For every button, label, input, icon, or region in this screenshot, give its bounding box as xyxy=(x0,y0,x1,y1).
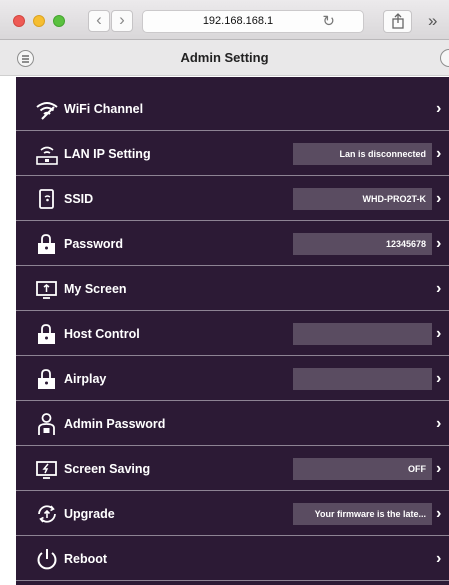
chevron-right-icon: › xyxy=(436,370,442,387)
setting-value: Lan is disconnected xyxy=(293,143,432,165)
setting-value: OFF xyxy=(293,458,432,480)
lock-icon xyxy=(38,234,55,254)
settings-panel: WiFi Channel › LAN IP Setting Lan is dis… xyxy=(16,77,449,585)
forward-button[interactable]: › xyxy=(111,10,133,32)
setting-label: SSID xyxy=(64,192,94,206)
setting-value: WHD-PRO2T-K xyxy=(293,188,432,210)
more-toolbar-icon[interactable]: » xyxy=(428,10,437,32)
url-text: 192.168.168.1 xyxy=(202,15,274,27)
page-title: Admin Setting xyxy=(180,50,269,65)
share-icon xyxy=(391,13,404,29)
close-window-button[interactable] xyxy=(13,15,25,27)
chevron-right-icon: › xyxy=(436,190,442,207)
setting-row-my-screen[interactable]: My Screen › xyxy=(16,267,449,311)
upgrade-icon xyxy=(38,505,56,523)
app-header: Admin Setting xyxy=(0,40,449,76)
setting-label: Admin Password xyxy=(64,417,166,431)
setting-row-admin-password[interactable]: Admin Password › xyxy=(16,402,449,446)
screen-saver-icon xyxy=(36,461,57,479)
chevron-right-icon: › xyxy=(436,280,442,297)
setting-value: Your firmware is the late... xyxy=(293,503,432,525)
chevron-right-icon: › xyxy=(436,325,442,342)
lan-icon xyxy=(36,146,58,165)
back-button[interactable]: ‹ xyxy=(88,10,110,32)
setting-row-password[interactable]: Password 12345678 › xyxy=(16,222,449,266)
setting-row-ssid[interactable]: SSID WHD-PRO2T-K › xyxy=(16,177,449,221)
setting-value: 12345678 xyxy=(293,233,432,255)
minimize-window-button[interactable] xyxy=(33,15,45,27)
lock-icon xyxy=(38,369,55,389)
setting-label: Screen Saving xyxy=(64,462,151,476)
setting-label: Upgrade xyxy=(64,507,115,521)
setting-row-reboot[interactable]: Reboot › xyxy=(16,537,449,581)
chevron-right-icon: › xyxy=(436,415,442,432)
setting-row-wifi-channel[interactable]: WiFi Channel › xyxy=(16,87,449,131)
chevron-right-icon: › xyxy=(436,145,442,162)
setting-label: Reboot xyxy=(64,552,108,566)
chevron-right-icon: › xyxy=(436,100,442,117)
screen-icon xyxy=(36,281,57,299)
setting-row-upgrade[interactable]: Upgrade Your firmware is the late... › xyxy=(16,492,449,536)
chevron-right-icon: › xyxy=(436,235,442,252)
setting-label: Host Control xyxy=(64,327,140,341)
share-button[interactable] xyxy=(383,10,412,33)
setting-row-lan-ip[interactable]: LAN IP Setting Lan is disconnected › xyxy=(16,132,449,176)
device-icon xyxy=(39,189,54,209)
chevron-right-icon: › xyxy=(436,550,442,567)
lock-icon xyxy=(38,324,55,344)
address-bar[interactable]: 192.168.168.1 ↻ xyxy=(142,10,364,33)
browser-toolbar: ‹ › 192.168.168.1 ↻ » xyxy=(0,0,449,40)
chevron-right-icon: › xyxy=(436,505,442,522)
reload-icon[interactable]: ↻ xyxy=(322,11,335,32)
setting-label: Password xyxy=(64,237,124,251)
setting-label: My Screen xyxy=(64,282,127,296)
chevron-right-icon: › xyxy=(436,460,442,477)
setting-label: Airplay xyxy=(64,372,107,386)
setting-row-airplay[interactable]: Airplay › xyxy=(16,357,449,401)
setting-label: WiFi Channel xyxy=(64,102,144,116)
setting-label: LAN IP Setting xyxy=(64,147,151,161)
setting-row-screen-saving[interactable]: Screen Saving OFF › xyxy=(16,447,449,491)
setting-row-host-control[interactable]: Host Control › xyxy=(16,312,449,356)
setting-value xyxy=(293,368,432,390)
setting-value xyxy=(293,323,432,345)
maximize-window-button[interactable] xyxy=(53,15,65,27)
power-icon xyxy=(37,549,57,570)
wifi-icon xyxy=(36,102,58,120)
user-lock-icon xyxy=(38,413,55,435)
